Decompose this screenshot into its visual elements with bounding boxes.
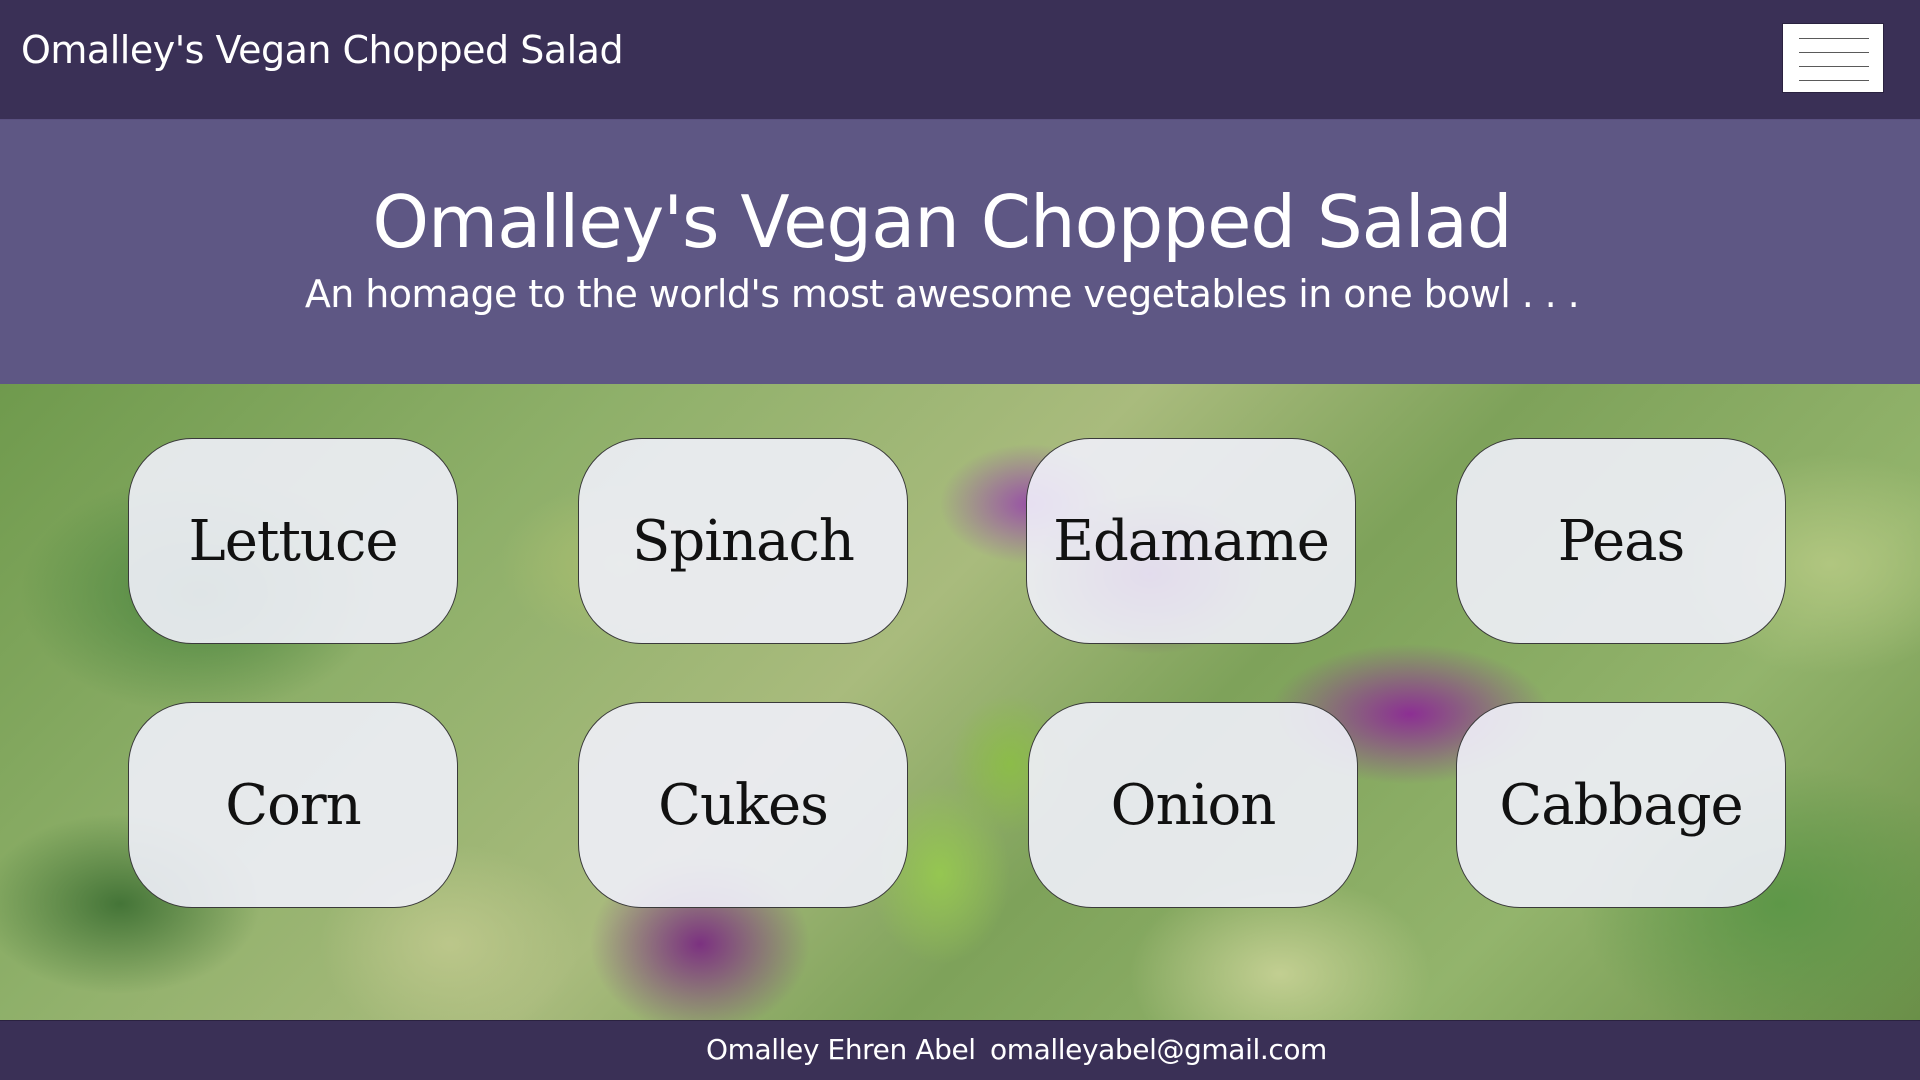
page-subtitle: An homage to the world's most awesome ve… xyxy=(304,272,1580,316)
page-title: Omalley's Vegan Chopped Salad xyxy=(372,180,1512,264)
hamburger-menu-icon-line xyxy=(1799,80,1869,81)
footer: Omalley Ehren Abel omalleyabel@gmail.com xyxy=(0,1020,1920,1080)
menu-toggle-button[interactable] xyxy=(1782,23,1884,93)
brand-link[interactable]: Omalley's Vegan Chopped Salad xyxy=(21,28,624,72)
vegetable-button-edamame[interactable]: Edamame xyxy=(1026,438,1356,644)
footer-author-name: Omalley Ehren Abel xyxy=(706,1033,976,1066)
salad-background-image: Lettuce Spinach Edamame Peas Corn Cukes … xyxy=(0,384,1920,1020)
vegetable-button-peas[interactable]: Peas xyxy=(1456,438,1786,644)
navbar: Omalley's Vegan Chopped Salad xyxy=(0,0,1920,120)
hero-banner: Omalley's Vegan Chopped Salad An homage … xyxy=(0,120,1920,384)
vegetable-button-lettuce[interactable]: Lettuce xyxy=(128,438,458,644)
vegetable-button-corn[interactable]: Corn xyxy=(128,702,458,908)
hamburger-menu-icon-line xyxy=(1799,52,1869,53)
vegetable-button-onion[interactable]: Onion xyxy=(1028,702,1358,908)
vegetable-button-cabbage[interactable]: Cabbage xyxy=(1456,702,1786,908)
footer-email-link[interactable]: omalleyabel@gmail.com xyxy=(990,1033,1327,1066)
hamburger-menu-icon-line xyxy=(1799,66,1869,67)
vegetable-button-spinach[interactable]: Spinach xyxy=(578,438,908,644)
vegetable-button-cukes[interactable]: Cukes xyxy=(578,702,908,908)
hamburger-menu-icon-line xyxy=(1799,38,1869,39)
page: Omalley's Vegan Chopped Salad Omalley's … xyxy=(0,0,1920,1080)
